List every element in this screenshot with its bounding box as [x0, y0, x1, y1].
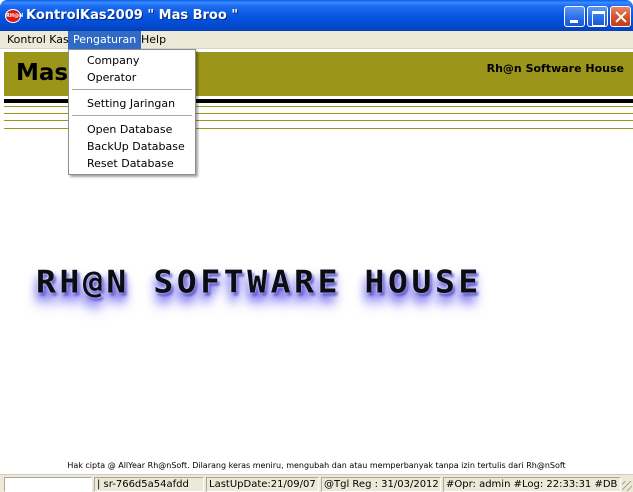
maximize-button[interactable]	[587, 6, 608, 27]
menu-help[interactable]: Help	[136, 31, 171, 49]
menu-item-backup-database[interactable]: BackUp Database	[69, 138, 195, 155]
splash-logo: RH@N SOFTWARE HOUSE	[36, 262, 584, 308]
app-icon[interactable]: RH@N	[5, 9, 23, 23]
menu-item-reset-database[interactable]: Reset Database	[69, 155, 195, 172]
menu-item-setting-jaringan[interactable]: Setting Jaringan	[69, 95, 195, 112]
status-panel-operator-log: #Opr: admin #Log: 22:33:31 #DB -	[443, 477, 621, 492]
window-title: KontrolKas2009 " Mas Broo "	[26, 8, 239, 23]
copyright-notice: Hak cipta @ AllYear Rh@nSoft. Dilarang k…	[67, 461, 566, 470]
splash-logo-text: RH@N SOFTWARE HOUSE	[36, 262, 482, 301]
header-title: Mas	[16, 60, 69, 86]
status-panel-serial: | sr-766d5a54afdd	[94, 477, 204, 492]
menu-bar: Kontrol Kas Pengaturan Help	[0, 31, 633, 49]
app-window: RH@N KontrolKas2009 " Mas Broo " Kontrol…	[0, 0, 633, 492]
header-company-name: Rh@n Software House	[486, 62, 624, 75]
close-button[interactable]	[610, 6, 631, 27]
status-panel-blank	[4, 477, 92, 492]
menu-item-company[interactable]: Company	[69, 52, 195, 69]
status-bar: | sr-766d5a54afdd LastUpDate:21/09/07 @T…	[0, 474, 633, 492]
resize-grip-icon[interactable]	[622, 481, 632, 491]
title-bar[interactable]: RH@N KontrolKas2009 " Mas Broo "	[0, 0, 633, 31]
menu-item-operator[interactable]: Operator	[69, 69, 195, 86]
status-panel-last-update: LastUpDate:21/09/07	[206, 477, 319, 492]
status-panel-reg-date: @Tgl Reg : 31/03/2012	[321, 477, 441, 492]
minimize-button[interactable]	[564, 6, 585, 27]
menu-kontrol-kas[interactable]: Kontrol Kas	[2, 31, 74, 49]
menu-separator	[72, 89, 192, 90]
pengaturan-dropdown-menu: Company Operator Setting Jaringan Open D…	[68, 49, 196, 175]
menu-item-open-database[interactable]: Open Database	[69, 121, 195, 138]
menu-separator	[72, 115, 192, 116]
menu-pengaturan[interactable]: Pengaturan	[68, 31, 142, 49]
